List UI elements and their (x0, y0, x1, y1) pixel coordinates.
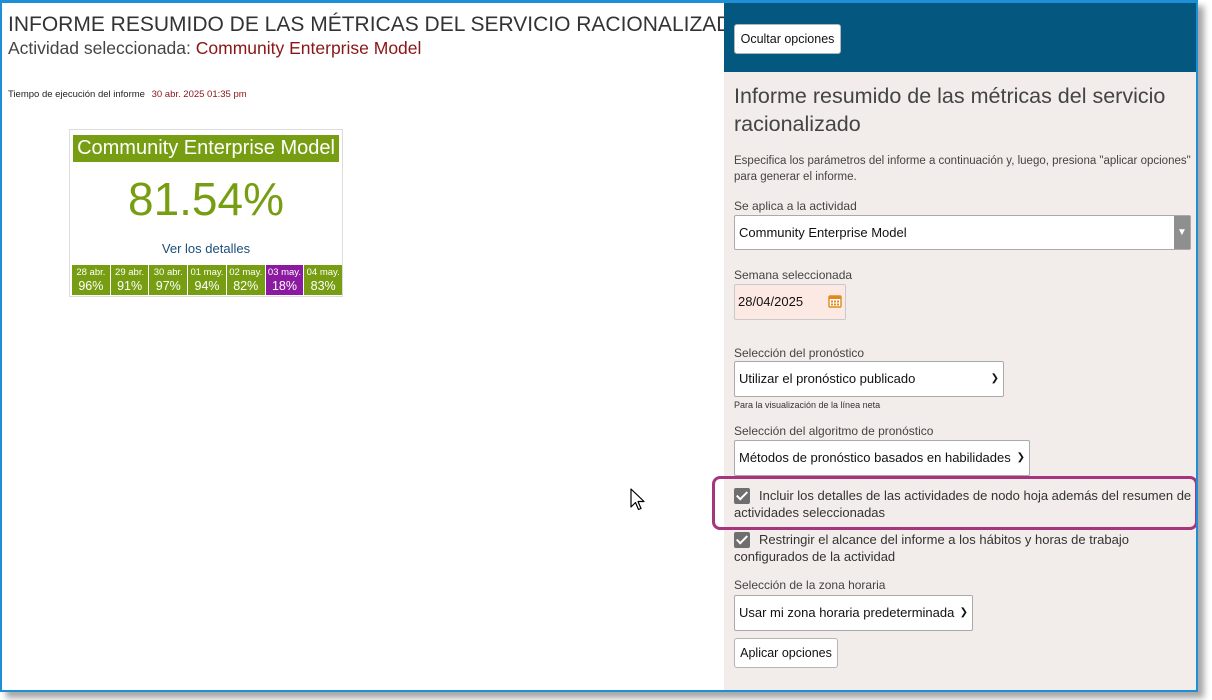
daily-metric-percent: 82% (233, 279, 259, 293)
runtime-value: 30 abr. 2025 01:35 pm (151, 89, 247, 100)
chevron-down-icon: ❯ (1016, 452, 1025, 463)
algorithm-select-value: Métodos de pronóstico basados en habilid… (739, 450, 1011, 465)
timezone-select[interactable]: Usar mi zona horaria predeterminada ❯ (734, 595, 973, 631)
daily-metric-date: 03 may. (267, 267, 301, 278)
runtime-label: Tiempo de ejecución del informe (8, 89, 145, 100)
card-title: Community Enterprise Model (73, 135, 339, 162)
daily-metric-date: 29 abr. (115, 267, 145, 278)
daily-metrics-strip: 28 abr. 96% 29 abr. 91% 30 abr. 97% 01 may. 94%… (72, 265, 343, 295)
restrict-scope-option: Restringir el alcance del informe a los … (734, 531, 1196, 565)
week-date-input[interactable]: 28/04/2025 (734, 284, 846, 320)
daily-metric-percent: 97% (155, 279, 181, 293)
daily-metric-cell: 28 abr. 96% (72, 265, 111, 295)
daily-metric-date: 30 abr. (153, 267, 183, 278)
card-metric-value: 81.54% (127, 173, 284, 225)
algorithm-select[interactable]: Métodos de pronóstico basados en habilid… (734, 440, 1030, 476)
restrict-scope-label: Restringir el alcance del informe a los … (734, 532, 1129, 564)
activity-metric-card: Community Enterprise Model 81.54% Ver lo… (69, 129, 343, 297)
selected-activity-label: Actividad seleccionada: (8, 38, 191, 58)
timezone-select-value: Usar mi zona horaria predeterminada (739, 605, 955, 620)
activity-select-label: Se aplica a la actividad (734, 199, 857, 213)
highlight-box (712, 476, 1196, 530)
forecast-select[interactable]: Utilizar el pronóstico publicado ❯ (734, 361, 1004, 397)
view-details-link[interactable]: Ver los detalles (70, 241, 342, 256)
report-window: INFORME RESUMIDO DE LAS MÉTRICAS DEL SER… (0, 0, 1198, 692)
week-date-value: 28/04/2025 (738, 294, 804, 309)
calendar-icon[interactable] (828, 294, 842, 308)
activity-select[interactable]: Community Enterprise Model ▼ (734, 215, 1191, 250)
daily-metric-percent: 18% (271, 279, 297, 293)
daily-metric-cell: 29 abr. 91% (110, 265, 150, 295)
hide-options-button[interactable]: Ocultar opciones (734, 24, 841, 54)
daily-metric-percent: 91% (117, 279, 143, 293)
restrict-scope-checkbox[interactable] (734, 532, 750, 548)
selected-activity-value: Community Enterprise Model (195, 38, 422, 58)
forecast-select-value: Utilizar el pronóstico publicado (739, 371, 916, 386)
daily-metric-date: 02 may. (229, 267, 263, 278)
options-panel: Ocultar opciones Informe resumido de las… (724, 3, 1196, 690)
daily-metric-percent: 83% (310, 279, 336, 293)
mouse-cursor-icon (630, 488, 645, 511)
daily-metric-percent: 94% (194, 279, 220, 293)
chevron-down-icon: ❯ (990, 373, 999, 384)
chevron-down-icon[interactable]: ▼ (1174, 216, 1190, 249)
week-label: Semana seleccionada (734, 268, 853, 282)
activity-select-value: Community Enterprise Model (739, 225, 907, 240)
daily-metric-cell: 04 may. 83% (304, 265, 343, 295)
forecast-label: Selección del pronóstico (734, 346, 865, 360)
daily-metric-date: 01 may. (190, 267, 224, 278)
algorithm-label: Selección del algoritmo de pronóstico (734, 424, 934, 438)
selected-activity-line: Actividad seleccionada: Community Enterp… (8, 38, 421, 59)
report-runtime: Tiempo de ejecución del informe 30 abr. … (8, 89, 247, 100)
daily-metric-percent: 96% (78, 279, 104, 293)
daily-metric-cell: 01 may. 94% (188, 265, 227, 295)
daily-metric-cell: 30 abr. 97% (149, 265, 189, 295)
chevron-down-icon: ❯ (959, 607, 968, 618)
timezone-label: Selección de la zona horaria (734, 578, 886, 592)
options-panel-title: Informe resumido de las métricas del ser… (734, 84, 1166, 136)
options-panel-header: Ocultar opciones (724, 3, 1196, 72)
report-title: INFORME RESUMIDO DE LAS MÉTRICAS DEL SER… (8, 13, 748, 36)
daily-metric-date: 04 may. (306, 267, 340, 278)
apply-options-button[interactable]: Aplicar opciones (734, 638, 838, 668)
daily-metric-cell: 02 may. 82% (226, 265, 266, 295)
daily-metric-date: 28 abr. (76, 267, 106, 278)
forecast-help-text: Para la visualización de la línea neta (734, 400, 881, 410)
options-description: Especifica los parámetros del informe a … (734, 155, 1191, 183)
daily-metric-cell: 03 may. 18% (265, 265, 305, 295)
